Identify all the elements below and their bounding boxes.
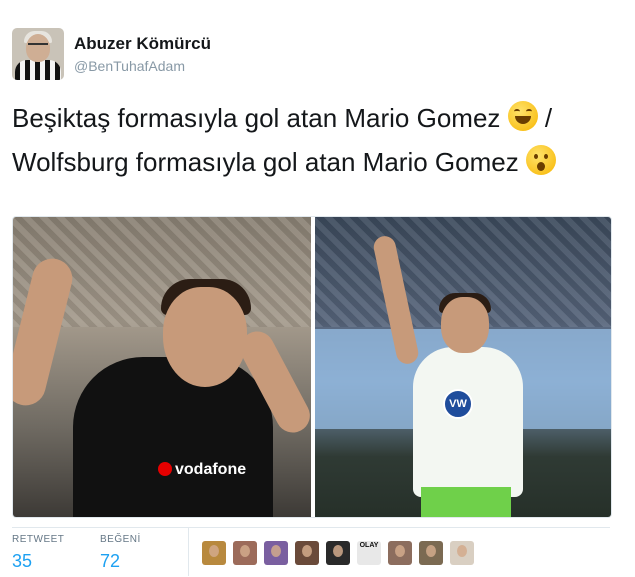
likes-label: BEĞENİ — [100, 534, 141, 545]
author-name[interactable]: Abuzer Kömürcü — [74, 34, 211, 54]
tweet-media[interactable]: vodafone VW — [12, 216, 612, 518]
liker-avatar-1[interactable] — [202, 541, 226, 565]
vw-logo: VW — [443, 389, 473, 419]
liker-avatar-2[interactable] — [233, 541, 257, 565]
author-avatar[interactable] — [12, 28, 64, 80]
photo-besiktas-gomez[interactable]: vodafone — [13, 217, 311, 517]
likes-stat[interactable]: BEĞENİ 72 — [100, 534, 141, 572]
tweet-text-part-1: Beşiktaş formasıyla gol atan Mario Gomez — [12, 103, 508, 133]
grinning-squinting-face-icon — [507, 101, 538, 131]
retweet-stat[interactable]: RETWEET 35 — [12, 534, 64, 572]
liker-avatar-9[interactable] — [450, 541, 474, 565]
liker-avatar-3[interactable] — [264, 541, 288, 565]
retweet-label: RETWEET — [12, 534, 65, 545]
liker-avatar-8[interactable] — [419, 541, 443, 565]
retweet-count: 35 — [12, 551, 33, 571]
liker-avatar-4[interactable] — [295, 541, 319, 565]
liker-avatar-5[interactable] — [326, 541, 350, 565]
tweet-text: Beşiktaş formasıyla gol atan Mario Gomez… — [12, 96, 632, 184]
stats-separator — [188, 528, 189, 576]
liker-avatar-7[interactable] — [388, 541, 412, 565]
face-with-open-mouth-icon — [525, 145, 556, 175]
author-handle[interactable]: @BenTuhafAdam — [74, 58, 185, 74]
stats-divider — [12, 527, 610, 528]
sponsor-logo: vodafone — [158, 461, 246, 479]
tweet-header: Abuzer Kömürcü @BenTuhafAdam — [12, 28, 612, 80]
liker-avatar-6[interactable]: OLAY — [357, 541, 381, 565]
likes-count: 72 — [100, 551, 121, 571]
photo-wolfsburg-gomez[interactable]: VW — [315, 217, 611, 517]
